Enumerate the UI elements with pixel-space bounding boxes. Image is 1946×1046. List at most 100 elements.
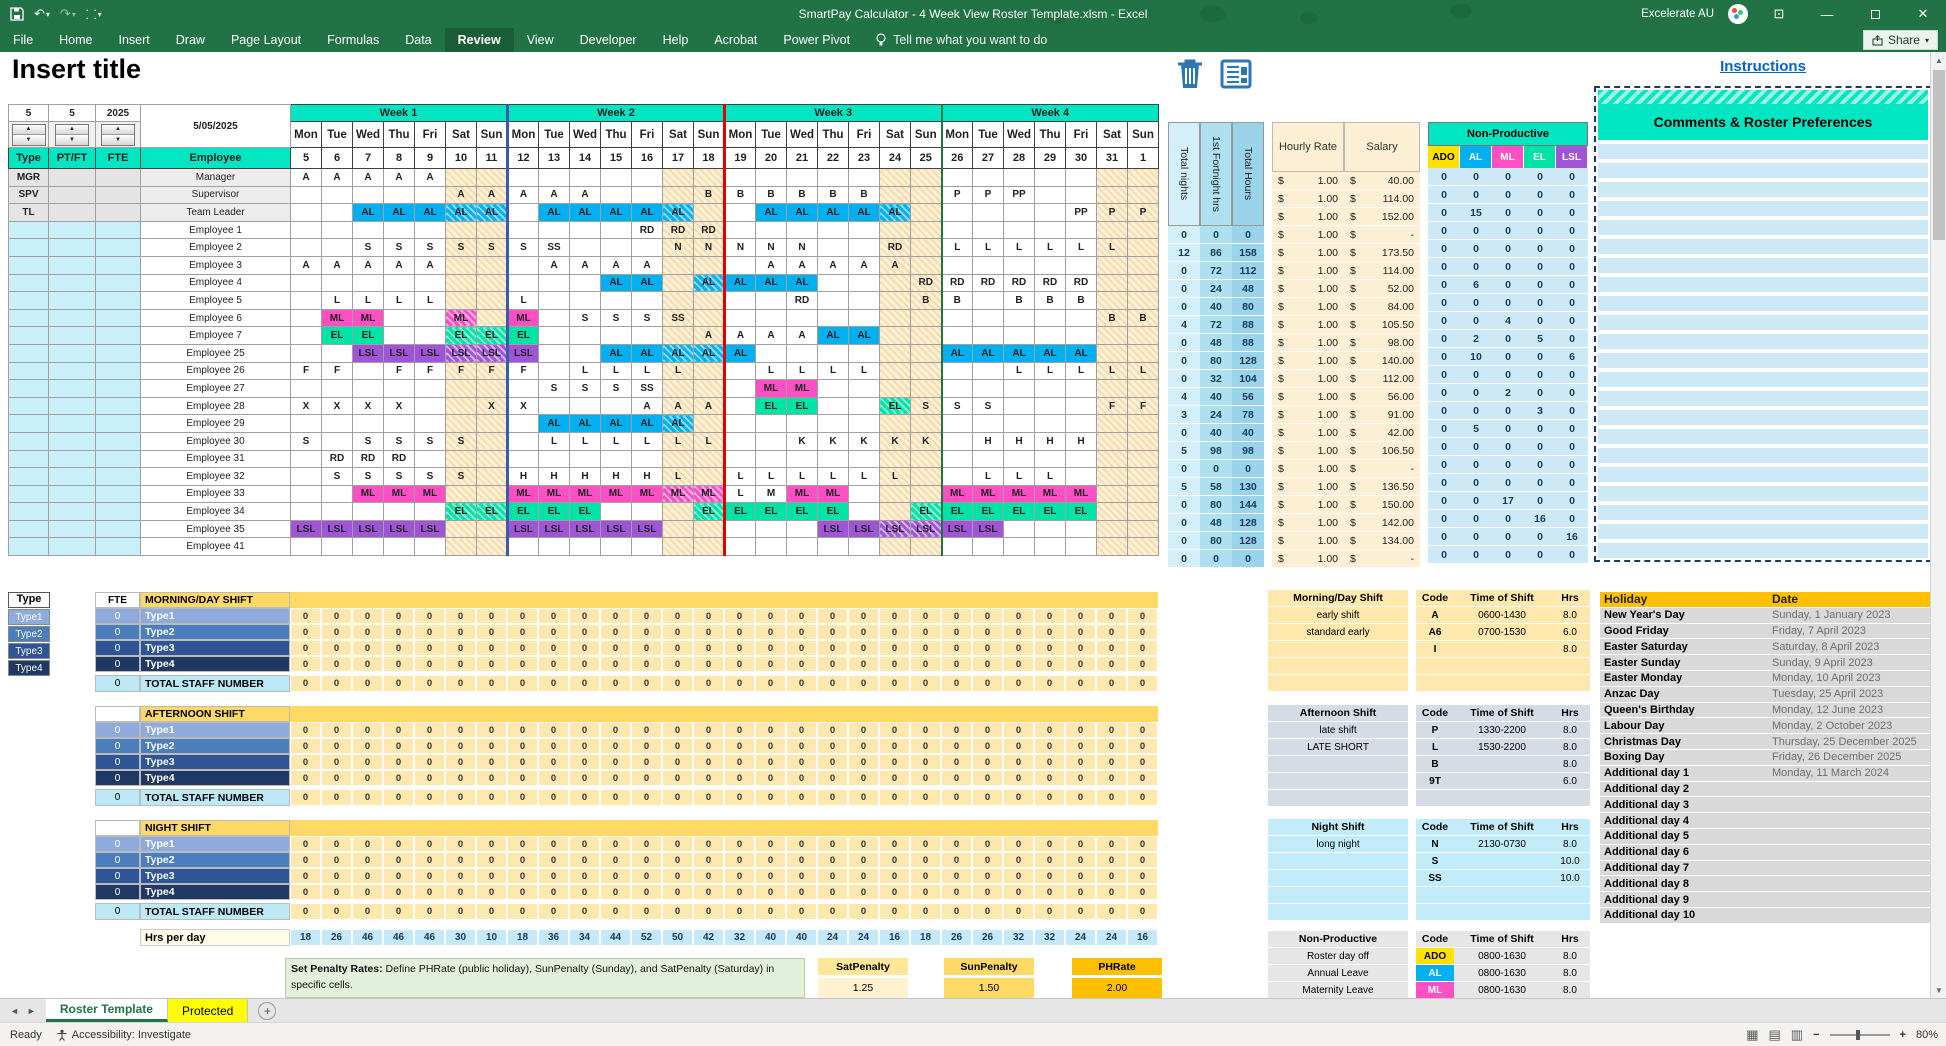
shift-count-cell[interactable]: 0 [384,739,413,753]
roster-cell[interactable] [353,538,384,556]
employee-type-cell[interactable] [9,520,49,538]
holiday-date[interactable]: Friday, 7 April 2023 [1768,624,1930,639]
roster-cell[interactable] [787,538,818,556]
hrs-per-day-cell[interactable]: 34 [570,930,599,945]
shift-total-cell[interactable]: 0 [291,676,320,691]
shift-total-cell[interactable]: 0 [725,790,754,805]
roster-cell[interactable] [725,397,756,415]
roster-cell[interactable]: A [539,256,570,274]
roster-cell[interactable]: A [663,397,694,415]
roster-cell[interactable] [291,292,322,310]
shift-count-cell[interactable]: 0 [973,755,1002,769]
shift-total-cell[interactable]: 0 [911,904,940,919]
shift-count-cell[interactable]: 0 [539,771,568,785]
roster-cell[interactable]: RD [911,274,942,292]
nonproductive-cell[interactable]: 0 [1428,240,1460,258]
shift-count-cell[interactable]: 0 [601,755,630,769]
roster-cell[interactable]: L [508,292,539,310]
roster-cell[interactable] [694,520,725,538]
shift-count-cell[interactable]: 0 [446,853,475,867]
shift-count-cell[interactable]: 0 [632,723,661,737]
shift-count-cell[interactable]: 0 [663,609,692,623]
roster-cell[interactable] [477,256,508,274]
nonproductive-cell[interactable]: 0 [1428,186,1460,204]
shift-count-cell[interactable]: 0 [1066,885,1095,899]
roster-cell[interactable]: A [477,186,508,204]
shift-total-cell[interactable]: 0 [818,790,847,805]
roster-cell[interactable]: L [694,432,725,450]
roster-cell[interactable] [973,169,1004,187]
stats-cell[interactable]: 80 [1200,496,1232,514]
pay-cell[interactable]: $1.00 [1272,460,1344,478]
roster-cell[interactable]: L [663,362,694,380]
roster-cell[interactable] [756,450,787,468]
shift-count-cell[interactable]: 0 [539,723,568,737]
shift-count-cell[interactable]: 0 [477,771,506,785]
holiday-date[interactable] [1768,892,1930,907]
shift-count-cell[interactable]: 0 [539,869,568,883]
shift-count-cell[interactable]: 0 [1066,853,1095,867]
shift-count-cell[interactable]: 0 [570,853,599,867]
shift-count-cell[interactable]: 0 [353,869,382,883]
shift-count-cell[interactable]: 0 [1035,853,1064,867]
pay-cell[interactable]: $84.00 [1344,298,1420,316]
employee-ptft-cell[interactable] [49,256,96,274]
roster-cell[interactable]: A [725,327,756,345]
shift-total-cell[interactable]: 0 [415,790,444,805]
holiday-date[interactable] [1768,782,1930,797]
hrs-per-day-cell[interactable]: 40 [756,930,785,945]
roster-cell[interactable]: ML [446,309,477,327]
stats-cell[interactable]: 24 [1200,406,1232,424]
roster-cell[interactable]: K [818,432,849,450]
shift-count-cell[interactable]: 0 [291,739,320,753]
roster-cell[interactable] [725,538,756,556]
shift-count-cell[interactable]: 0 [446,657,475,671]
roster-cell[interactable]: N [694,239,725,257]
roster-cell[interactable] [942,538,973,556]
shift-count-cell[interactable]: 0 [632,837,661,851]
roster-cell[interactable]: ML [756,380,787,398]
nonproductive-cell[interactable]: 0 [1428,474,1460,492]
roster-cell[interactable] [415,186,446,204]
shift-count-cell[interactable]: 0 [849,641,878,655]
roster-cell[interactable] [849,380,880,398]
roster-cell[interactable] [322,503,353,521]
shift-count-cell[interactable]: 0 [942,755,971,769]
stats-cell[interactable]: 0 [1200,226,1232,244]
stats-cell[interactable]: 80 [1200,532,1232,550]
pay-cell[interactable]: $56.00 [1344,388,1420,406]
roster-cell[interactable] [477,309,508,327]
shift-count-cell[interactable]: 0 [601,641,630,655]
stats-cell[interactable]: 128 [1232,532,1264,550]
shift-count-cell[interactable]: 0 [632,755,661,769]
roster-cell[interactable] [291,415,322,433]
shift-count-cell[interactable]: 0 [880,869,909,883]
roster-cell[interactable] [384,327,415,345]
shift-count-cell[interactable]: 0 [942,657,971,671]
employee-fte-cell[interactable] [96,169,141,187]
shift-count-cell[interactable]: 0 [725,625,754,639]
roster-cell[interactable]: LSL [384,520,415,538]
shift-count-cell[interactable]: 0 [1066,755,1095,769]
shift-count-cell[interactable]: 0 [322,641,351,655]
shift-total-cell[interactable]: 0 [322,904,351,919]
nonproductive-cell[interactable]: 0 [1492,330,1524,348]
roster-cell[interactable] [291,309,322,327]
shift-count-cell[interactable]: 0 [880,641,909,655]
employee-name-cell[interactable]: Team Leader [141,204,291,222]
shift-count-cell[interactable]: 0 [973,723,1002,737]
close-button[interactable]: ✕ [1906,6,1940,22]
shift-count-cell[interactable]: 0 [787,869,816,883]
roster-cell[interactable]: F [1128,397,1159,415]
roster-cell[interactable] [787,221,818,239]
shift-count-cell[interactable]: 0 [1066,837,1095,851]
stats-cell[interactable]: 0 [1168,352,1200,370]
nonproductive-cell[interactable]: 0 [1492,348,1524,366]
hrs-per-day-cell[interactable]: 18 [911,930,940,945]
roster-cell[interactable]: X [508,397,539,415]
add-sheet-button[interactable]: + [258,1002,276,1020]
roster-cell[interactable]: L [1035,468,1066,486]
spinner-value-2[interactable]: 2025 [96,105,141,122]
roster-cell[interactable]: L [1128,362,1159,380]
roster-cell[interactable] [353,362,384,380]
